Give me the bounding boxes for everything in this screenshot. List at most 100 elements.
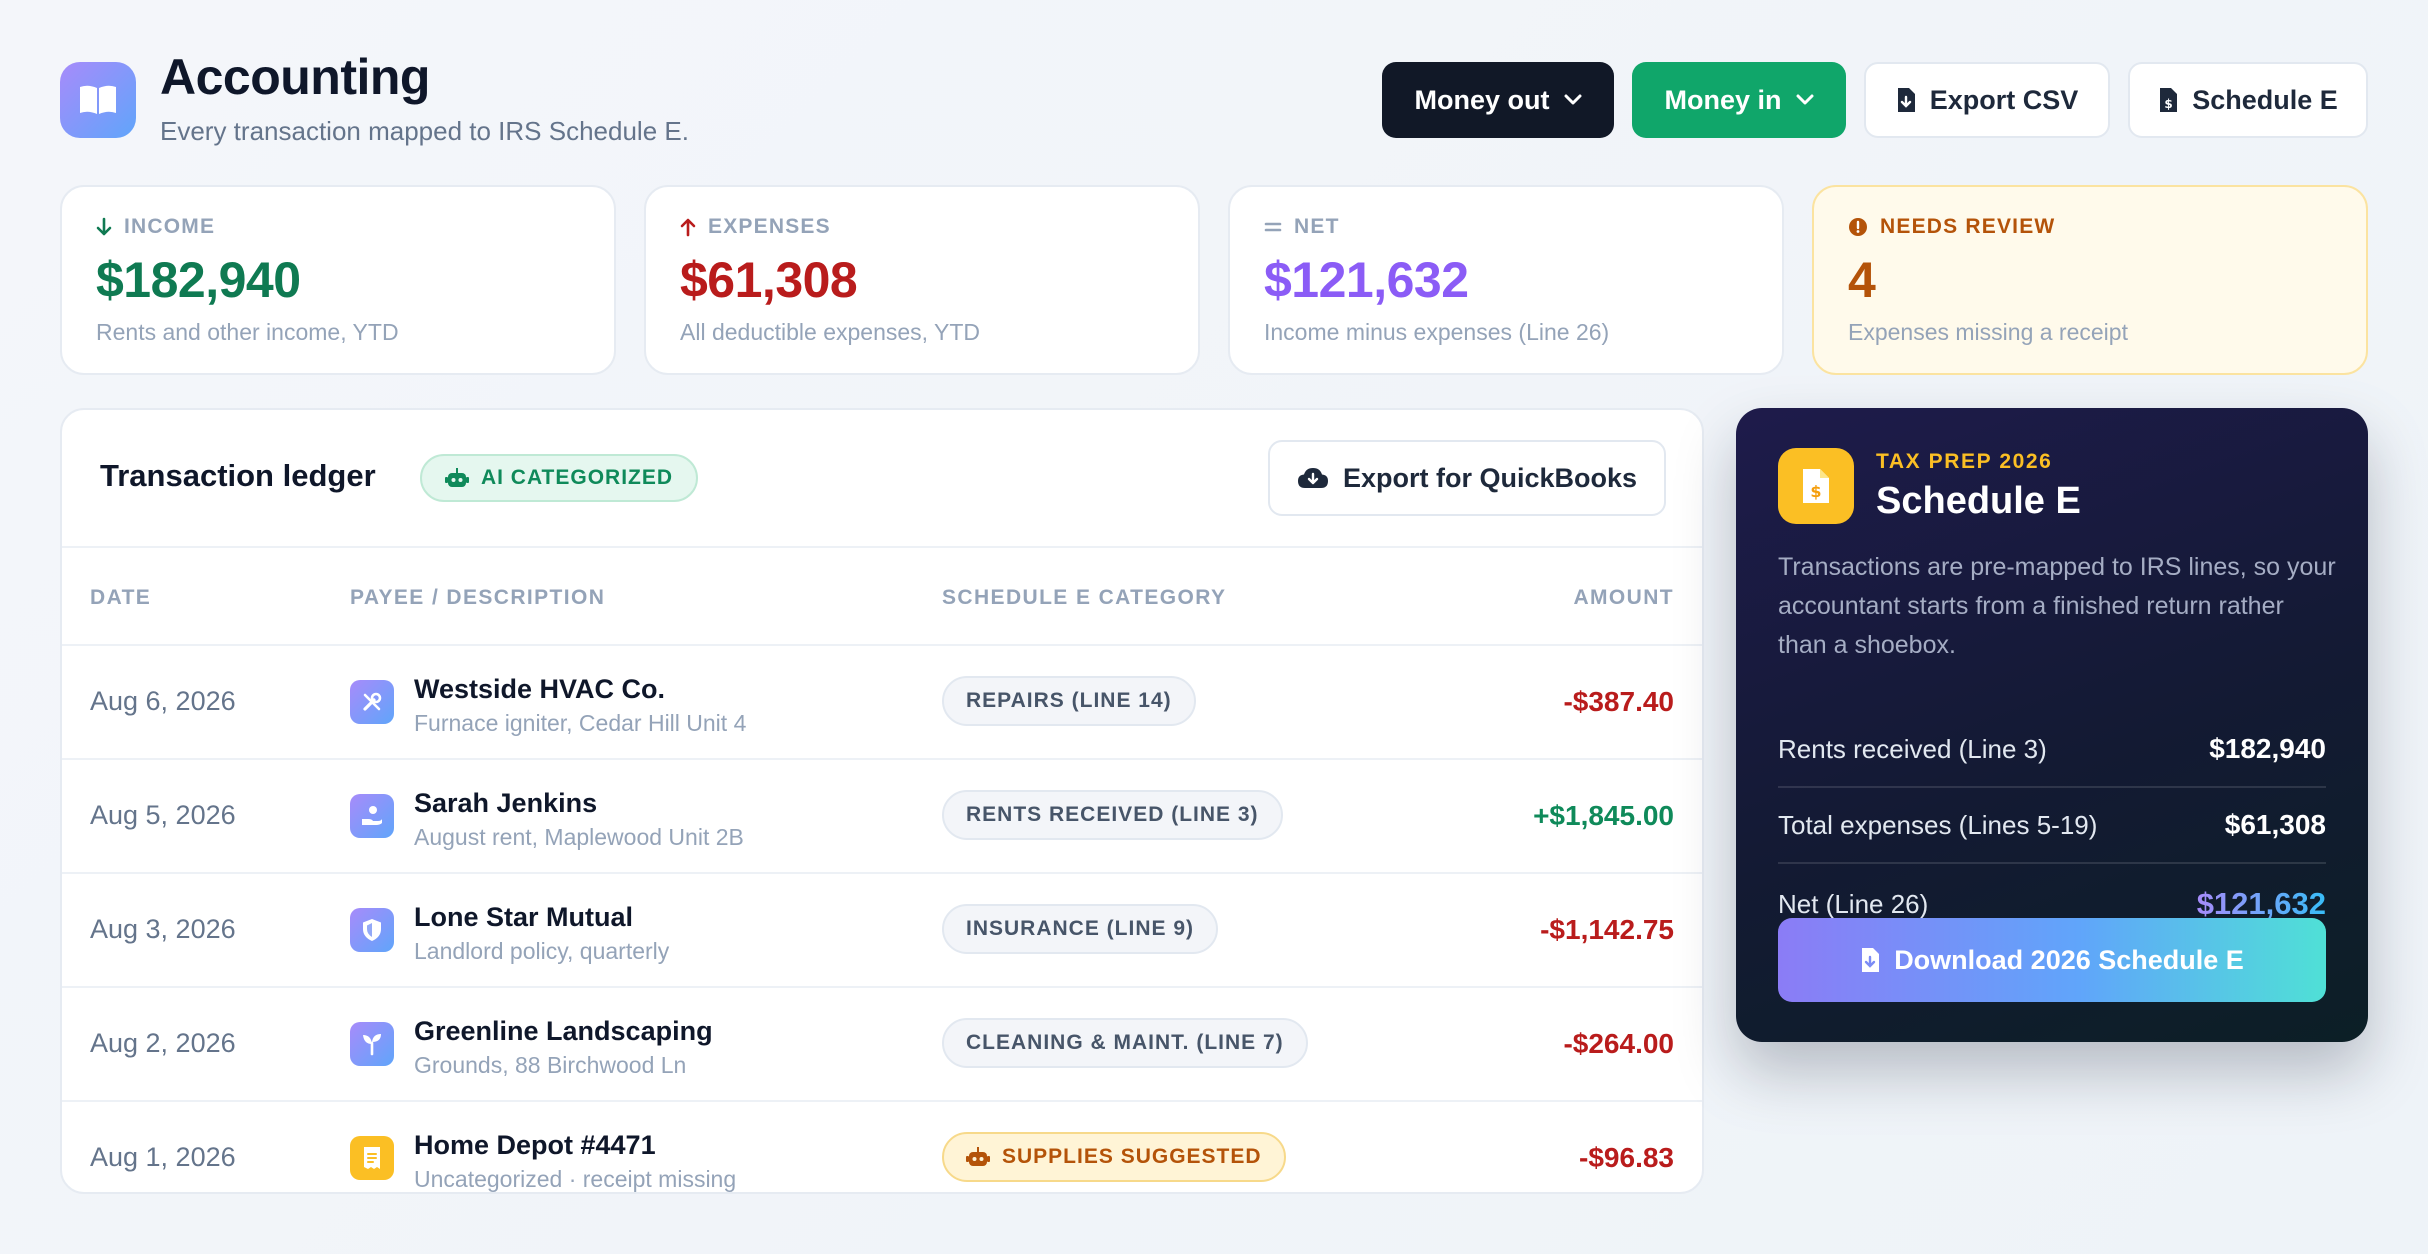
row-date: Aug 5, 2026 (90, 800, 236, 830)
expenses-card: EXPENSES $61,308 All deductible expenses… (644, 185, 1200, 375)
column-amount[interactable]: AMOUNT (1573, 586, 1674, 610)
tax-description: Transactions are pre-mapped to IRS lines… (1778, 553, 2336, 659)
tax-row-label: Total expenses (Lines 5-19) (1778, 809, 2098, 840)
money-in-label: Money in (1664, 84, 1782, 115)
hand-coin-icon (362, 806, 382, 825)
receipt-icon (364, 1147, 380, 1169)
row-description: Uncategorized · receipt missing (414, 1166, 737, 1192)
table-row[interactable]: Aug 2, 2026 Greenline Landscaping Ground… (62, 988, 1702, 1102)
income-label: INCOME (124, 215, 216, 238)
row-description: Landlord policy, quarterly (414, 938, 670, 964)
tax-icon-box: $ (1778, 448, 1854, 524)
needs-review-label-row: NEEDS REVIEW (1848, 215, 2332, 239)
net-desc: Income minus expenses (Line 26) (1264, 319, 1610, 345)
column-payee[interactable]: PAYEE / DESCRIPTION (350, 586, 605, 610)
money-out-label: Money out (1414, 84, 1550, 115)
needs-review-card[interactable]: NEEDS REVIEW 4 Expenses missing a receip… (1812, 185, 2368, 375)
expenses-desc: All deductible expenses, YTD (680, 319, 981, 345)
category-suggestion-chip[interactable]: SUPPLIES SUGGESTED (942, 1132, 1286, 1182)
income-label-row: INCOME (96, 215, 580, 239)
row-payee: Lone Star Mutual (414, 902, 634, 932)
row-description: August rent, Maplewood Unit 2B (414, 824, 744, 850)
row-payee: Westside HVAC Co. (414, 674, 666, 704)
tax-row-value: $61,308 (2224, 809, 2326, 840)
file-download-icon (1862, 948, 1880, 972)
money-out-button[interactable]: Money out (1382, 62, 1614, 138)
seedling-icon (363, 1034, 381, 1056)
wrench-icon (363, 692, 382, 711)
needs-review-label: NEEDS REVIEW (1880, 215, 2056, 238)
schedule-e-panel: $ TAX PREP 2026 Schedule E Transactions … (1736, 408, 2368, 1042)
row-date: Aug 2, 2026 (90, 1028, 236, 1058)
row-amount: +$1,845.00 (1533, 800, 1674, 831)
tax-summary-row: Total expenses (Lines 5-19) $61,308 (1778, 788, 2326, 864)
net-value: $121,632 (1264, 252, 1469, 308)
export-quickbooks-label: Export for QuickBooks (1342, 462, 1638, 493)
expenses-value: $61,308 (680, 252, 858, 308)
category-chip[interactable]: REPAIRS (LINE 14) (942, 676, 1196, 726)
table-row[interactable]: Aug 6, 2026 Westside HVAC Co. Furnace ig… (62, 646, 1702, 760)
net-label: NET (1294, 215, 1340, 238)
category-chip[interactable]: INSURANCE (LINE 9) (942, 904, 1219, 954)
needs-review-value: 4 (1848, 252, 1876, 308)
row-amount: -$387.40 (1563, 686, 1674, 717)
payee-icon-box (350, 680, 394, 724)
equals-icon (1264, 222, 1282, 232)
row-payee: Greenline Landscaping (414, 1016, 713, 1046)
tax-row-value: $121,632 (2196, 886, 2326, 921)
payee-icon-box (350, 1022, 394, 1066)
category-label: RENTS RECEIVED (LINE 3) (966, 803, 1259, 826)
download-schedule-e-button[interactable]: Download 2026 Schedule E (1778, 918, 2326, 1002)
app-logo (60, 62, 136, 138)
table-header: DATE PAYEE / DESCRIPTION SCHEDULE E CATE… (62, 546, 1702, 646)
ai-categorized-badge: AI CATEGORIZED (420, 454, 698, 502)
shield-icon (363, 919, 381, 941)
column-category[interactable]: SCHEDULE E CATEGORY (942, 586, 1226, 610)
export-csv-button[interactable]: Export CSV (1864, 62, 2110, 138)
table-row[interactable]: Aug 5, 2026 Sarah Jenkins August rent, M… (62, 760, 1702, 874)
tax-row-value: $182,940 (2209, 733, 2326, 764)
row-description: Furnace igniter, Cedar Hill Unit 4 (414, 710, 747, 736)
tax-row-label: Rents received (Line 3) (1778, 733, 2047, 764)
ledger-title: Transaction ledger (100, 458, 376, 493)
table-row[interactable]: Aug 1, 2026 Home Depot #4471 Uncategoriz… (62, 1102, 1702, 1192)
cloud-download-icon (1297, 468, 1328, 488)
chevron-down-icon (1796, 94, 1813, 105)
category-label: SUPPLIES SUGGESTED (1002, 1145, 1262, 1168)
table-row[interactable]: Aug 3, 2026 Lone Star Mutual Landlord po… (62, 874, 1702, 988)
page-subtitle: Every transaction mapped to IRS Schedule… (160, 116, 689, 146)
transaction-ledger: Transaction ledger AI CATEGORIZED Export… (60, 408, 1704, 1194)
tax-row-label: Net (Line 26) (1778, 888, 1929, 919)
category-label: CLEANING & MAINT. (LINE 7) (966, 1031, 1284, 1054)
download-schedule-e-label: Download 2026 Schedule E (1894, 944, 2244, 975)
tax-summary-row: Rents received (Line 3) $182,940 (1778, 712, 2326, 788)
expenses-label: EXPENSES (708, 215, 831, 238)
file-dollar-icon: $ (1803, 469, 1829, 503)
category-chip[interactable]: RENTS RECEIVED (LINE 3) (942, 790, 1283, 840)
money-in-button[interactable]: Money in (1632, 62, 1846, 138)
file-dollar-icon: $ (2160, 88, 2178, 112)
category-label: INSURANCE (LINE 9) (966, 917, 1195, 940)
row-date: Aug 6, 2026 (90, 686, 236, 716)
income-value: $182,940 (96, 252, 301, 308)
export-csv-label: Export CSV (1929, 84, 2079, 115)
arrow-down-icon (96, 217, 112, 236)
column-date[interactable]: DATE (90, 586, 151, 610)
category-label: REPAIRS (LINE 14) (966, 689, 1172, 712)
needs-review-desc: Expenses missing a receipt (1848, 319, 2128, 345)
payee-icon-box (350, 794, 394, 838)
svg-text:$: $ (1810, 482, 1821, 501)
row-date: Aug 3, 2026 (90, 914, 236, 944)
row-payee: Home Depot #4471 (414, 1130, 656, 1160)
arrow-up-icon (680, 218, 696, 237)
tax-eyebrow: TAX PREP 2026 (1876, 450, 2053, 473)
export-quickbooks-button[interactable]: Export for QuickBooks (1268, 440, 1666, 516)
row-amount: -$96.83 (1579, 1142, 1674, 1173)
row-amount: -$1,142.75 (1540, 914, 1674, 945)
payee-icon-box (350, 908, 394, 952)
schedule-e-button[interactable]: $ Schedule E (2128, 62, 2368, 138)
payee-icon-box (350, 1136, 394, 1180)
category-chip[interactable]: CLEANING & MAINT. (LINE 7) (942, 1018, 1308, 1068)
ai-badge-label: AI CATEGORIZED (480, 466, 674, 489)
file-download-icon (1897, 88, 1915, 112)
